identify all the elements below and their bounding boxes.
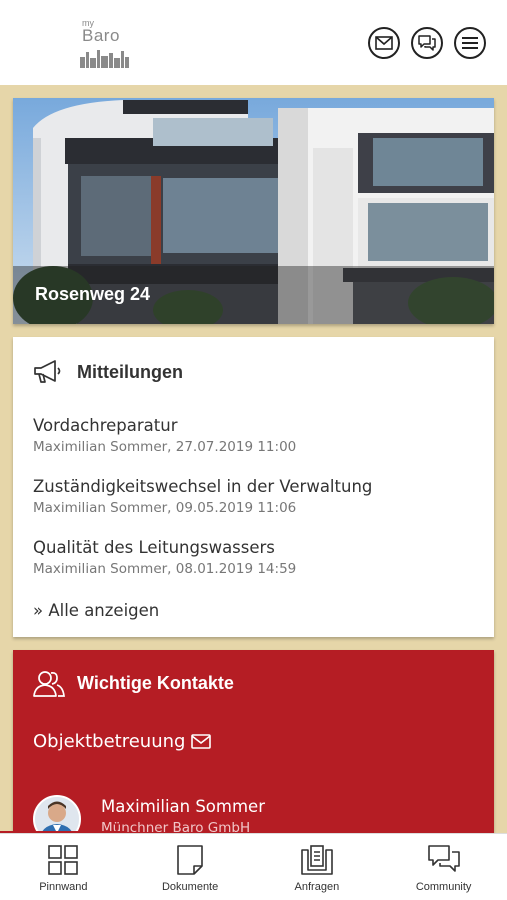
tab-label: Pinnwand [39,881,88,893]
tab-label: Dokumente [161,881,219,893]
chat-icon [418,35,436,51]
notices-header: Mitteilungen [33,357,183,387]
tab-label: Anfragen [294,881,340,893]
contacts-title: Wichtige Kontakte [77,672,234,693]
app-logo[interactable]: my Baro [78,18,132,70]
category-label: Objektbetreuung [33,731,186,752]
logo-name: Baro [82,26,120,45]
menu-icon [462,37,478,49]
mail-button[interactable] [368,27,400,59]
notice-item[interactable]: Zuständigkeitswechsel in der Verwaltung … [33,476,473,518]
contact-name[interactable]: Maximilian Sommer [101,797,265,816]
property-name: Rosenweg 24 [35,284,151,304]
skyline-icon [80,50,129,68]
property-card[interactable]: Rosenweg 24 [13,98,494,324]
notice-item[interactable]: Vordachreparatur Maximilian Sommer, 27.0… [33,415,473,457]
notice-title: Qualität des Leitungswassers [33,538,275,557]
tab-pinnwand[interactable]: Pinnwand [0,834,127,900]
document-icon [177,845,203,875]
tab-dokumente[interactable]: Dokumente [127,834,254,900]
mail-icon [191,734,212,749]
chat-icon [427,845,460,872]
users-icon [33,671,65,697]
category-link[interactable]: Objektbetreuung [33,731,212,752]
bottom-nav: Pinnwand Dokumente Anfragen Community [0,833,507,900]
notice-title: Zuständigkeitswechsel in der Verwaltung [33,477,373,496]
tab-label: Community [415,881,472,893]
contacts-card: Wichtige Kontakte Objektbetreuung Maximi… [13,650,494,850]
contacts-header: Wichtige Kontakte [33,668,234,698]
inbox-icon [301,845,333,875]
notice-item[interactable]: Qualität des Leitungswassers Maximilian … [33,537,473,579]
tab-community[interactable]: Community [380,834,507,900]
notice-meta: Maximilian Sommer, 08.01.2019 14:59 [33,561,297,577]
menu-button[interactable] [454,27,486,59]
tab-anfragen[interactable]: Anfragen [254,834,381,900]
messages-button[interactable] [411,27,443,59]
show-all-link[interactable]: » Alle anzeigen [33,601,159,620]
grid-icon [48,845,79,875]
app-header: my Baro [0,0,507,85]
notice-meta: Maximilian Sommer, 27.07.2019 11:00 [33,439,297,455]
notices-title: Mitteilungen [77,361,183,382]
notices-card: Mitteilungen Vordachreparatur Maximilian… [13,337,494,637]
notice-meta: Maximilian Sommer, 09.05.2019 11:06 [33,500,297,516]
mail-icon [375,36,393,50]
megaphone-icon [34,360,61,383]
notice-title: Vordachreparatur [33,416,178,435]
